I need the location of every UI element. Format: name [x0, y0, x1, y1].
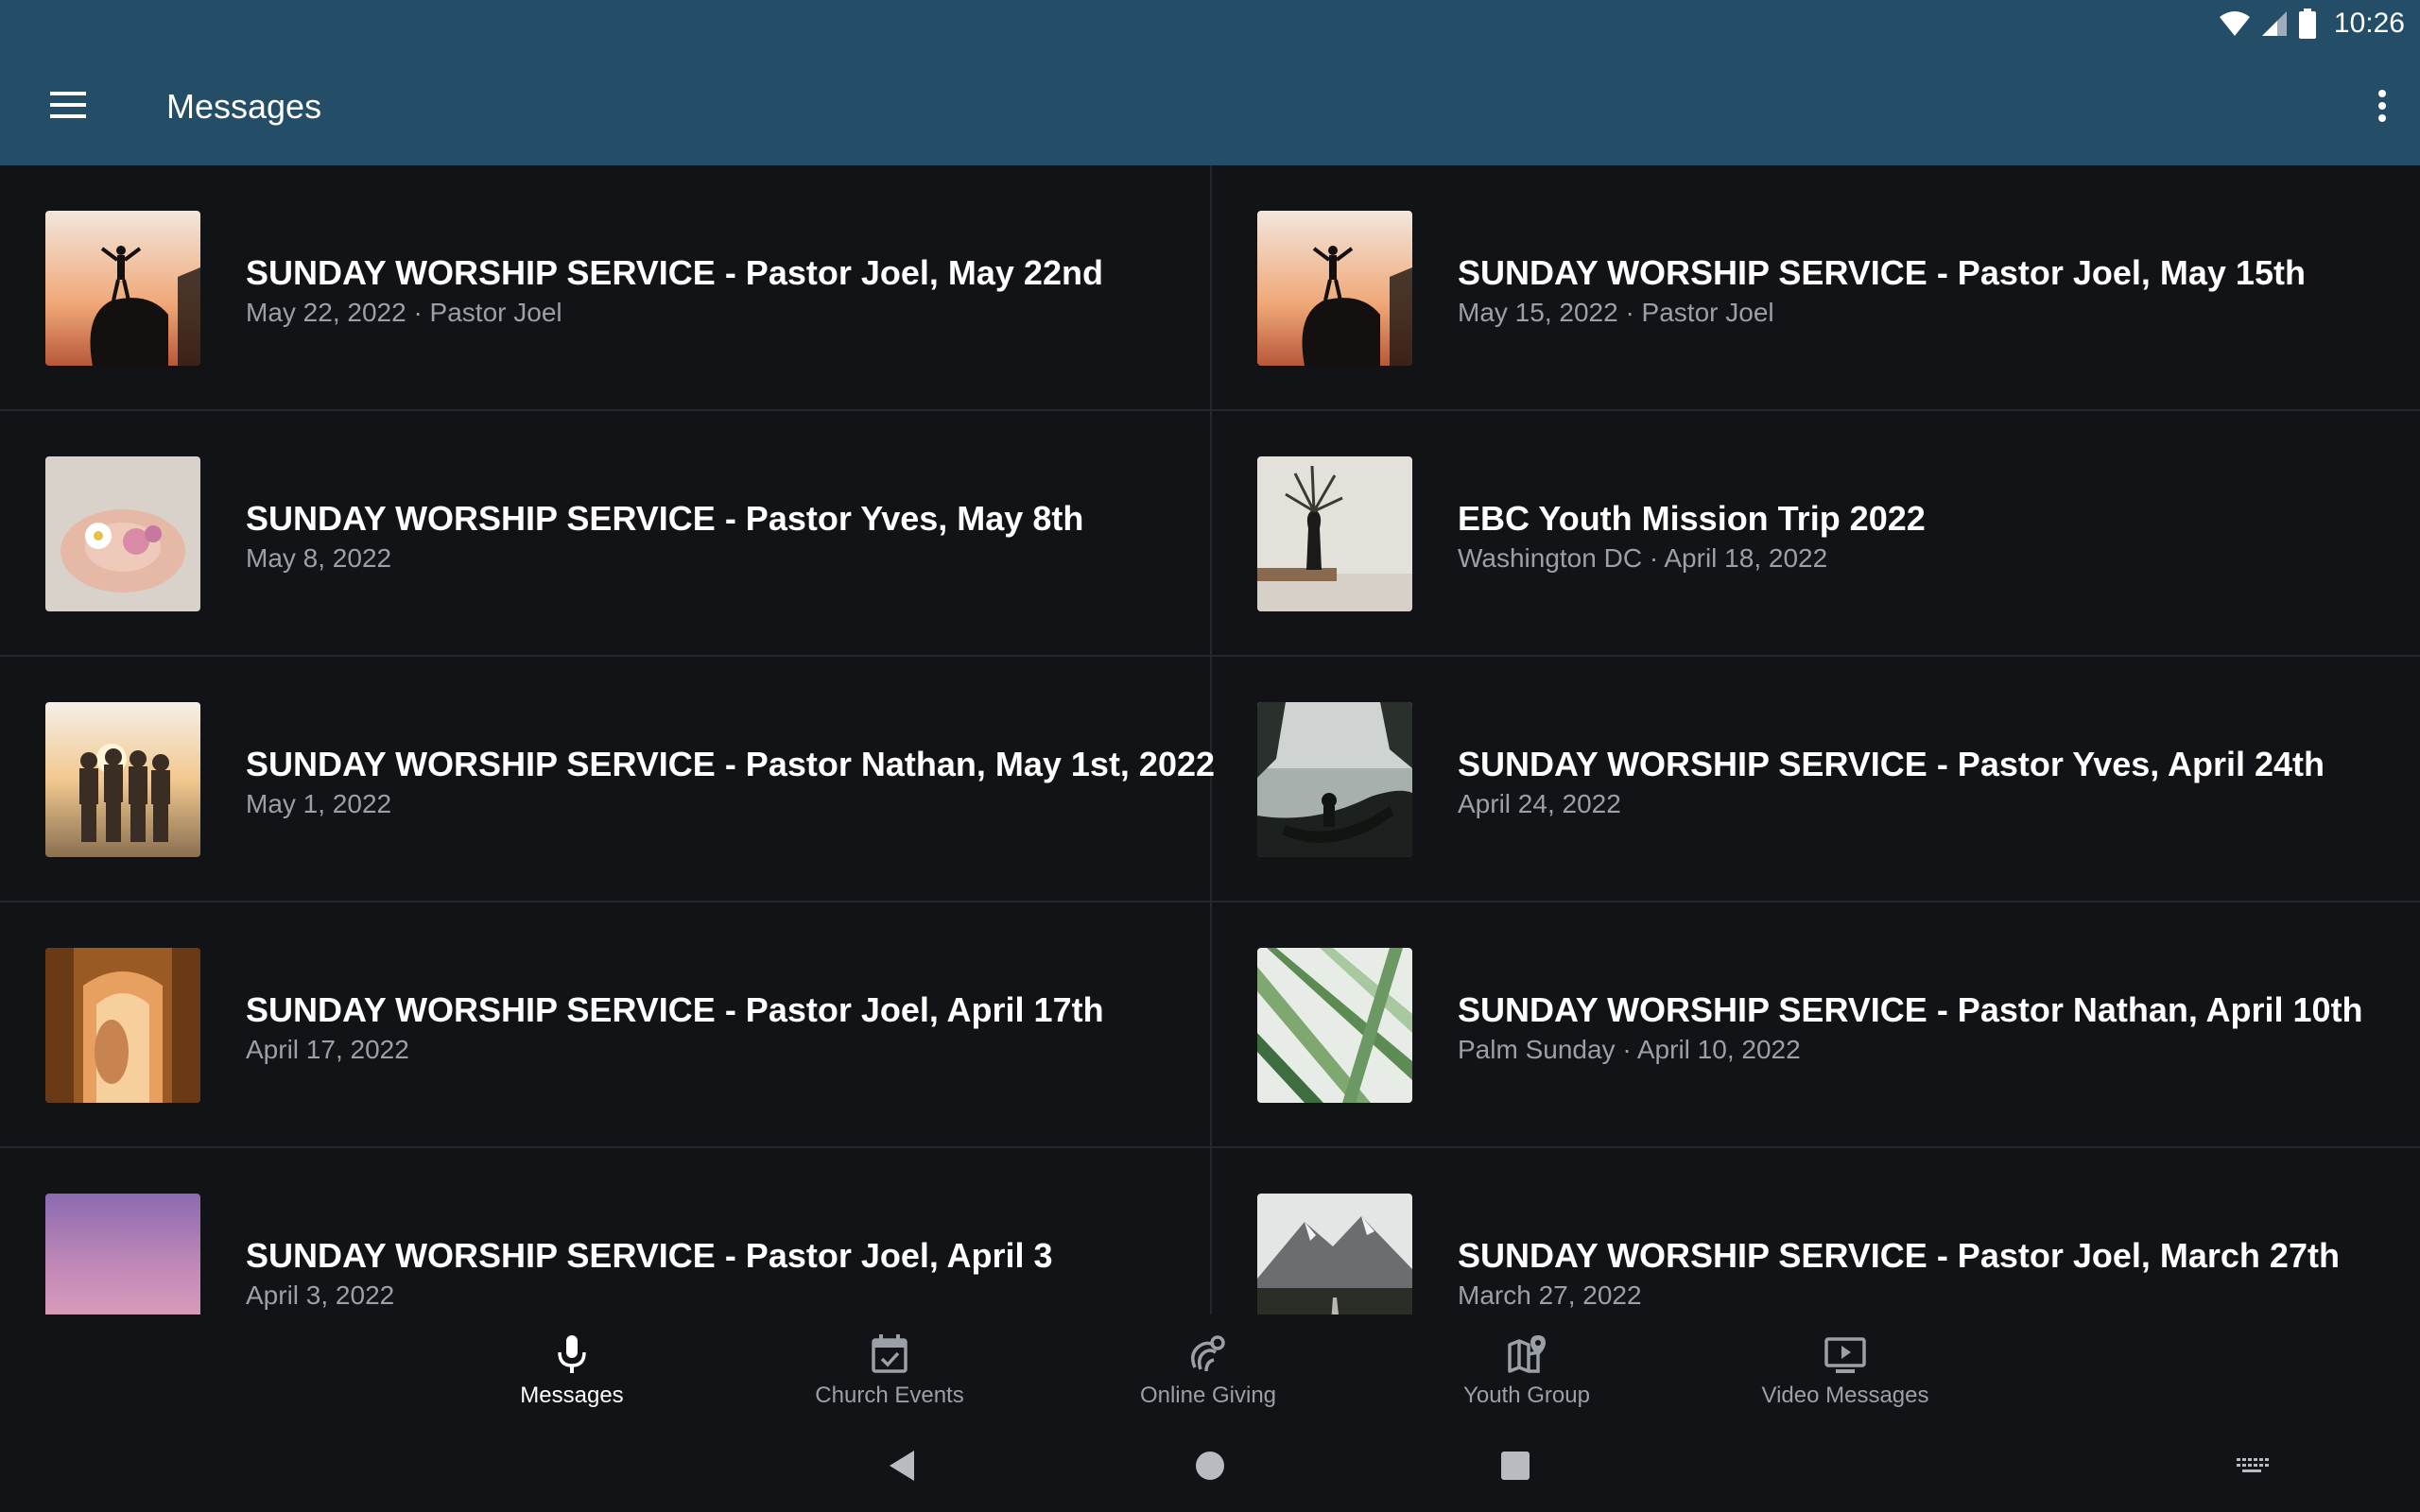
message-title: SUNDAY WORSHIP SERVICE - Pastor Joel, Ap…: [246, 1236, 1053, 1275]
message-card[interactable]: SUNDAY WORSHIP SERVICE - Pastor Yves, Ap…: [1212, 657, 2420, 902]
page-title: Messages: [166, 87, 322, 126]
message-card[interactable]: SUNDAY WORSHIP SERVICE - Pastor Joel, Ap…: [0, 1148, 1210, 1314]
bottom-navigation: Messages Church Events Online Giving You…: [0, 1314, 2420, 1418]
nav-label: Online Giving: [1139, 1383, 1277, 1408]
nav-label: Church Events: [815, 1383, 964, 1408]
message-title: SUNDAY WORSHIP SERVICE - Pastor Joel, Ma…: [1458, 1236, 2340, 1275]
message-card[interactable]: SUNDAY WORSHIP SERVICE - Pastor Joel, Ap…: [0, 902, 1210, 1148]
more-vert-icon: [2378, 90, 2386, 122]
nav-label: Messages: [520, 1383, 624, 1408]
home-icon[interactable]: [1191, 1447, 1229, 1485]
message-thumbnail: [45, 211, 200, 366]
nav-tab-church-events[interactable]: Church Events: [748, 1314, 1031, 1418]
nav-tab-online-giving[interactable]: Online Giving: [1066, 1314, 1350, 1418]
message-subtitle: Washington DC · April 18, 2022: [1458, 543, 1828, 573]
message-thumbnail: [1257, 1194, 1412, 1314]
status-time: 10:26: [2333, 8, 2405, 39]
nav-label: Video Messages: [1761, 1383, 1929, 1408]
message-thumbnail: [1257, 948, 1412, 1103]
recents-icon[interactable]: [1496, 1447, 1534, 1485]
calendar-check-icon: [872, 1334, 908, 1373]
message-card[interactable]: SUNDAY WORSHIP SERVICE - Pastor Joel, Ma…: [1212, 1148, 2420, 1314]
app-header: 10:26 Messages: [0, 0, 2420, 165]
nav-tab-youth-group[interactable]: Youth Group: [1385, 1314, 1668, 1418]
nav-label: Youth Group: [1463, 1383, 1590, 1408]
message-title: SUNDAY WORSHIP SERVICE - Pastor Nathan, …: [1458, 990, 2363, 1029]
message-subtitle: March 27, 2022: [1458, 1280, 1642, 1310]
message-thumbnail: [45, 456, 200, 611]
message-card[interactable]: EBC Youth Mission Trip 2022 Washington D…: [1212, 411, 2420, 657]
wifi-icon: [2219, 11, 2250, 36]
battery-icon: [2298, 9, 2316, 39]
video-screen-icon: [1824, 1337, 1866, 1373]
system-navigation-bar: [0, 1418, 2420, 1512]
message-card[interactable]: SUNDAY WORSHIP SERVICE - Pastor Joel, Ma…: [1212, 165, 2420, 411]
message-card[interactable]: SUNDAY WORSHIP SERVICE - Pastor Joel, Ma…: [0, 165, 1210, 411]
message-subtitle: May 15, 2022 · Pastor Joel: [1458, 298, 1774, 327]
message-subtitle: April 24, 2022: [1458, 789, 1621, 818]
message-title: SUNDAY WORSHIP SERVICE - Pastor Yves, Ma…: [246, 499, 1084, 538]
status-bar: 10:26: [2219, 8, 2405, 40]
message-thumbnail: [1257, 211, 1412, 366]
message-subtitle: May 8, 2022: [246, 543, 392, 573]
message-card[interactable]: SUNDAY WORSHIP SERVICE - Pastor Yves, Ma…: [0, 411, 1210, 657]
microphone-icon: [558, 1335, 586, 1373]
message-thumbnail: [45, 1194, 200, 1314]
nav-tab-messages[interactable]: Messages: [430, 1314, 714, 1418]
message-thumbnail: [45, 948, 200, 1103]
message-subtitle: April 3, 2022: [246, 1280, 395, 1310]
hamburger-menu-icon: [50, 92, 86, 118]
hamburger-menu-button[interactable]: [38, 81, 98, 129]
message-title: EBC Youth Mission Trip 2022: [1458, 499, 1926, 538]
cellular-signal-icon: [2261, 11, 2287, 36]
message-subtitle: May 1, 2022: [246, 789, 392, 818]
messages-grid: SUNDAY WORSHIP SERVICE - Pastor Joel, Ma…: [0, 165, 2420, 1314]
back-icon[interactable]: [884, 1447, 922, 1485]
message-card[interactable]: SUNDAY WORSHIP SERVICE - Pastor Nathan, …: [0, 657, 1215, 902]
message-subtitle: April 17, 2022: [246, 1035, 409, 1064]
message-title: SUNDAY WORSHIP SERVICE - Pastor Yves, Ap…: [1458, 745, 2325, 783]
message-title: SUNDAY WORSHIP SERVICE - Pastor Joel, Ma…: [246, 253, 1103, 292]
message-thumbnail: [1257, 456, 1412, 611]
message-subtitle: May 22, 2022 · Pastor Joel: [246, 298, 562, 327]
giving-hand-icon: [1191, 1335, 1225, 1372]
nav-tab-video-messages[interactable]: Video Messages: [1703, 1314, 1987, 1418]
overflow-menu-button[interactable]: [2360, 81, 2405, 130]
message-title: SUNDAY WORSHIP SERVICE - Pastor Nathan, …: [246, 745, 1216, 783]
message-thumbnail: [45, 702, 200, 857]
message-title: SUNDAY WORSHIP SERVICE - Pastor Joel, Ap…: [246, 990, 1104, 1029]
message-subtitle: Palm Sunday · April 10, 2022: [1458, 1035, 1801, 1064]
message-title: SUNDAY WORSHIP SERVICE - Pastor Joel, Ma…: [1458, 253, 2306, 292]
message-thumbnail: [1257, 702, 1412, 857]
message-card[interactable]: SUNDAY WORSHIP SERVICE - Pastor Nathan, …: [1212, 902, 2420, 1148]
keyboard-icon[interactable]: [2233, 1447, 2271, 1485]
map-pin-icon: [1508, 1335, 1546, 1373]
